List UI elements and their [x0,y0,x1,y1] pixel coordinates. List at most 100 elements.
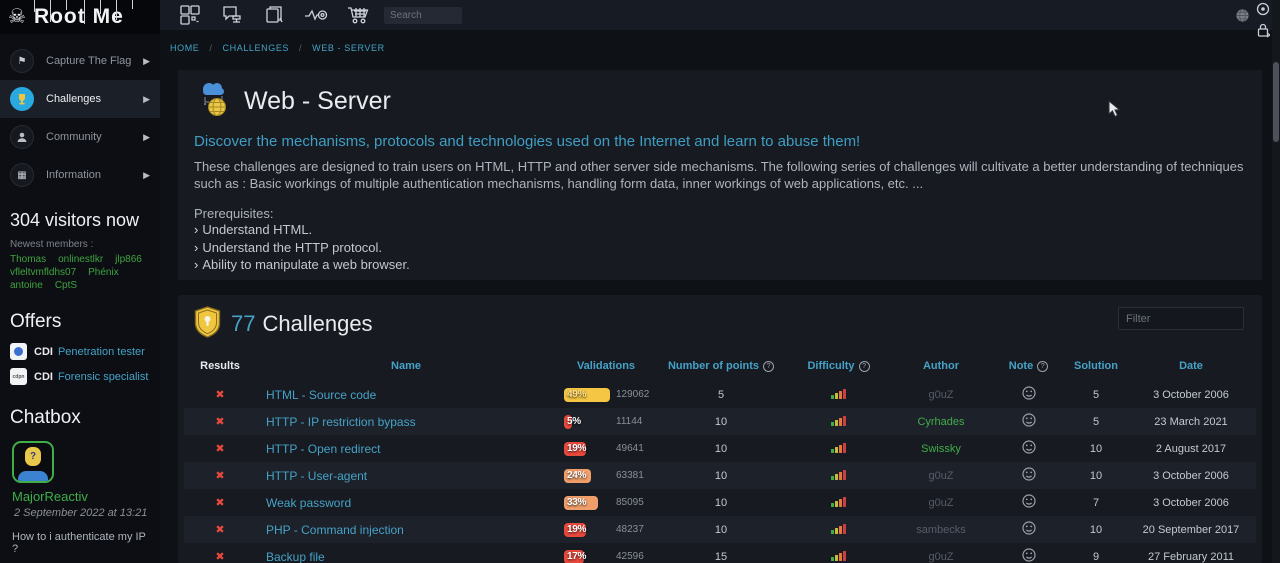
author-link[interactable]: g0uZ [891,497,991,509]
member-link[interactable]: onlinestlkr [58,254,103,265]
validation-percent-badge: 19% [564,523,616,537]
documents-icon[interactable] [262,3,286,27]
challenge-map-icon[interactable] [178,3,202,27]
search-input[interactable] [384,7,462,24]
offer-type: CDI [34,371,53,383]
smiley-icon [1022,413,1036,427]
table-row[interactable]: ✖ HTTP - IP restriction bypass 5% 11144 … [184,408,1256,435]
author-link[interactable]: g0uZ [891,470,991,482]
help-icon[interactable]: ? [859,361,870,372]
offer-link[interactable]: Forensic specialist [58,371,148,383]
table-row[interactable]: ✖ HTTP - Open redirect 19% 49641 10 Swis… [184,435,1256,462]
challenge-count: 77 [231,311,255,337]
difficulty-cell [786,468,891,483]
not-solved-icon: ✖ [215,470,224,482]
col-date: Date [1126,360,1256,372]
offers-title: Offers [0,293,160,339]
validations-cell: 33% 85095 [556,489,656,516]
company-logo-icon [10,343,27,360]
sidebar-item-capture-the-flag[interactable]: ⚑ Capture The Flag ▶ [0,42,160,80]
page-title: Web - Server [244,87,391,116]
difficulty-bars-icon [831,522,846,534]
avatar[interactable]: ? [12,441,54,483]
target-icon[interactable] [1256,2,1270,21]
author-link[interactable]: g0uZ [891,389,991,401]
member-link[interactable]: Thomas [10,254,46,265]
table-row[interactable]: ✖ Weak password 33% 85095 10 g0uZ [184,489,1256,516]
info-grid-icon: ▦ [10,163,34,187]
result-cell: ✖ [184,415,256,428]
date-cell: 2 August 2017 [1126,443,1256,455]
breadcrumb-separator: / [209,43,212,53]
challenge-link[interactable]: HTML - Source code [266,388,376,402]
page-scrollbar [1272,0,1280,563]
difficulty-cell [786,495,891,510]
language-globe-icon[interactable] [1235,8,1250,28]
breadcrumb-challenges[interactable]: CHALLENGES [223,43,290,53]
help-icon[interactable]: ? [763,361,774,372]
filter-input[interactable] [1118,307,1244,330]
offer-link[interactable]: Penetration tester [58,346,145,358]
help-icon[interactable]: ? [1037,361,1048,372]
points-cell: 10 [656,416,786,428]
smiley-icon [1022,440,1036,454]
member-link[interactable]: vfleltvmfldhs07 [10,267,76,278]
author-link[interactable]: sambecks [891,524,991,536]
challenge-link[interactable]: PHP - Command injection [266,523,404,537]
activity-target-icon[interactable] [304,3,328,27]
challenge-name-cell: HTML - Source code [256,388,556,402]
offer-item: cdpn CDI Forensic specialist [0,364,160,389]
breadcrumb-home[interactable]: HOME [170,43,199,53]
difficulty-cell [786,387,891,402]
community-chat-icon[interactable] [220,3,244,27]
validations-cell: 24% 63381 [556,462,656,489]
not-solved-icon: ✖ [215,389,224,401]
member-link[interactable]: jlp866 [115,254,142,265]
scrollbar-thumb[interactable] [1273,62,1279,142]
prerequisites-list: ›Understand HTML. ›Understand the HTTP p… [194,221,1246,274]
shop-cart-icon[interactable] [346,3,370,27]
validation-count: 85095 [616,497,658,508]
author-link[interactable]: g0uZ [891,551,991,563]
member-link[interactable]: CptS [55,280,77,291]
date-cell: 23 March 2021 [1126,416,1256,428]
challenge-link[interactable]: HTTP - User-agent [266,469,367,483]
table-row[interactable]: ✖ Backup file 17% 42596 15 g0uZ [184,543,1256,563]
table-row[interactable]: ✖ PHP - Command injection 19% 48237 10 s… [184,516,1256,543]
smiley-icon [1022,494,1036,508]
challenge-link[interactable]: HTTP - Open redirect [266,442,380,456]
logo[interactable]: ☠ Root Me [0,0,160,34]
root-me-app: ☠ Root Me ⚑ Capture The Flag ▶ Challenge… [0,0,1280,563]
table-row[interactable]: ✖ HTTP - User-agent 24% 63381 10 g0uZ [184,462,1256,489]
author-link[interactable]: Cyrhades [891,416,991,428]
nav-label: Information [46,169,143,181]
lock-icon[interactable] [1256,22,1270,43]
member-link[interactable]: antoine [10,280,43,291]
table-row[interactable]: ✖ HTML - Source code 49% 129062 5 g0uZ [184,381,1256,408]
author-link[interactable]: Swissky [891,443,991,455]
note-cell [991,386,1066,403]
solution-count: 7 [1066,497,1126,509]
sidebar-item-information[interactable]: ▦ Information ▶ [0,156,160,194]
challenge-name-cell: HTTP - IP restriction bypass [256,415,556,429]
chat-username[interactable]: MajorReactiv [0,487,160,506]
not-solved-icon: ✖ [215,551,224,563]
sidebar: ☠ Root Me ⚑ Capture The Flag ▶ Challenge… [0,0,160,563]
challenge-name-cell: Weak password [256,496,556,510]
prerequisites-label: Prerequisites: [194,206,1246,221]
breadcrumb-web-server[interactable]: WEB - SERVER [312,43,385,53]
member-link[interactable]: Phénix [88,267,119,278]
sidebar-item-community[interactable]: Community ▶ [0,118,160,156]
date-cell: 20 September 2017 [1126,524,1256,536]
chevron-right-icon: ▶ [143,132,150,143]
challenge-link[interactable]: Weak password [266,496,351,510]
table-body: ✖ HTML - Source code 49% 129062 5 g0uZ [184,381,1256,563]
challenge-link[interactable]: HTTP - IP restriction bypass [266,415,416,429]
not-solved-icon: ✖ [215,497,224,509]
result-cell: ✖ [184,523,256,536]
sidebar-item-challenges[interactable]: Challenges ▶ [0,80,160,118]
challenge-link[interactable]: Backup file [266,550,325,563]
smiley-icon [1022,386,1036,400]
difficulty-bars-icon [831,549,846,561]
challenge-name-cell: PHP - Command injection [256,523,556,537]
